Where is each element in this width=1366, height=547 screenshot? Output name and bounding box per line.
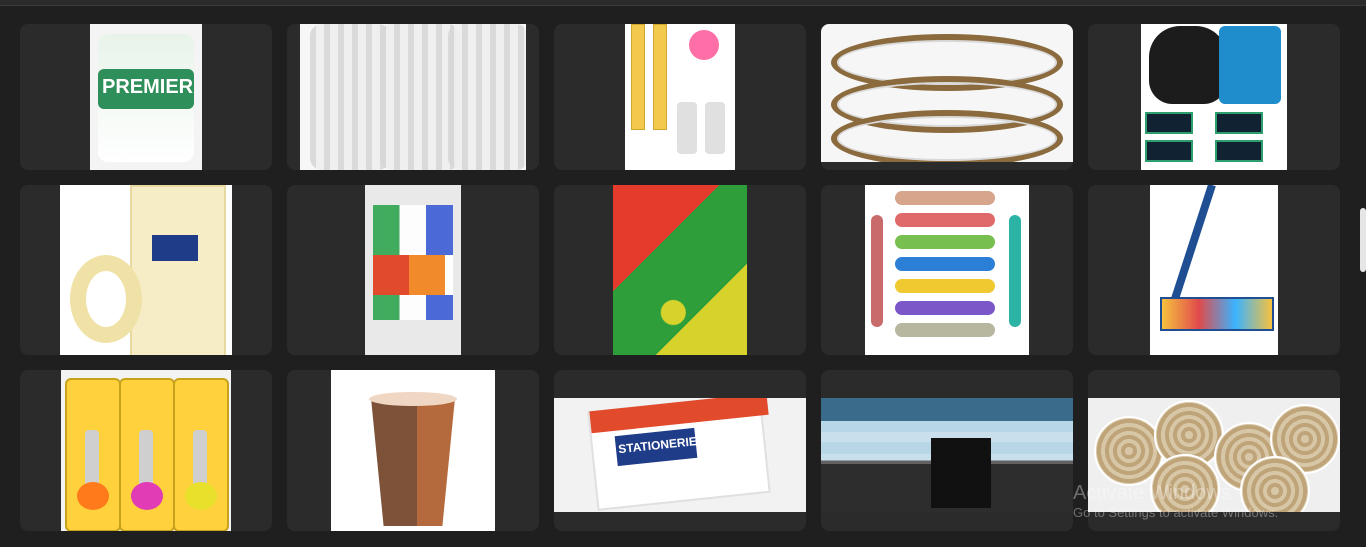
scissors-handle (131, 482, 163, 510)
bag-box (1215, 112, 1263, 134)
plate (831, 110, 1063, 162)
image-card[interactable] (821, 370, 1073, 531)
product-image: STATIONERIES (554, 398, 806, 512)
image-card[interactable]: STATIONERIES (554, 370, 806, 531)
product-image (365, 185, 461, 355)
bag-box (1145, 112, 1193, 134)
product-image (1141, 24, 1287, 170)
cutter (895, 279, 995, 293)
popper-tube (653, 24, 667, 130)
shop-door (931, 438, 991, 508)
cutter (895, 323, 995, 337)
cup-body (371, 398, 455, 526)
product-image (625, 24, 735, 170)
scissors-packet (119, 378, 175, 531)
product-image (1150, 185, 1278, 355)
cutter (871, 215, 883, 327)
product-image (61, 370, 231, 531)
scissors-handle (185, 482, 217, 510)
image-card[interactable] (1088, 24, 1340, 170)
scrollbar-thumb[interactable] (1360, 208, 1366, 272)
top-bar (0, 0, 1366, 6)
scissors-blade (85, 430, 99, 490)
product-image (300, 24, 526, 170)
bag-box (1145, 140, 1193, 162)
tape-pack (130, 185, 226, 355)
scissors-packet (173, 378, 229, 531)
image-card[interactable] (821, 24, 1073, 170)
image-card[interactable] (287, 370, 539, 531)
spray-can (705, 102, 725, 154)
popper-tube (631, 24, 645, 130)
cup-rim (369, 392, 457, 406)
abro-logo (152, 235, 198, 261)
bubble-roll (448, 24, 526, 170)
cutter (1009, 215, 1021, 327)
image-card[interactable] (1088, 185, 1340, 355)
file-bag (373, 255, 453, 295)
image-card[interactable]: PREMIER (20, 24, 272, 170)
scissors-handle (77, 482, 109, 510)
scissors-packet (65, 378, 121, 531)
black-bag (1149, 26, 1227, 104)
watermark-subtitle: Go to Settings to activate Windows. (1073, 505, 1279, 520)
activation-watermark: Activate Windows Go to Settings to activ… (1073, 482, 1278, 522)
image-card[interactable] (287, 24, 539, 170)
flower-candle (689, 30, 719, 60)
image-card[interactable] (20, 370, 272, 531)
product-image (821, 398, 1073, 512)
mop-head (1160, 297, 1274, 331)
spray-can (677, 102, 697, 154)
bubble-roll (310, 24, 390, 170)
blue-bin (1219, 26, 1281, 104)
scissors-blade (139, 430, 153, 490)
bag-box (1215, 140, 1263, 162)
cutter (895, 191, 995, 205)
tape-roll (70, 255, 142, 343)
cutter (895, 235, 995, 249)
image-card[interactable] (821, 185, 1073, 355)
image-card[interactable] (554, 24, 806, 170)
product-image: PREMIER (90, 24, 202, 170)
watermark-title: Activate Windows (1073, 482, 1231, 504)
image-card[interactable] (20, 185, 272, 355)
cutter (895, 257, 995, 271)
product-image (613, 185, 747, 355)
product-image (331, 370, 495, 531)
product-image (865, 185, 1029, 355)
image-card[interactable] (287, 185, 539, 355)
cutter (895, 213, 995, 227)
premier-brand-text: PREMIER (102, 76, 194, 98)
cutter (895, 301, 995, 315)
image-card[interactable] (554, 185, 806, 355)
scissors-blade (193, 430, 207, 490)
product-image (60, 185, 232, 355)
product-image (821, 24, 1073, 162)
